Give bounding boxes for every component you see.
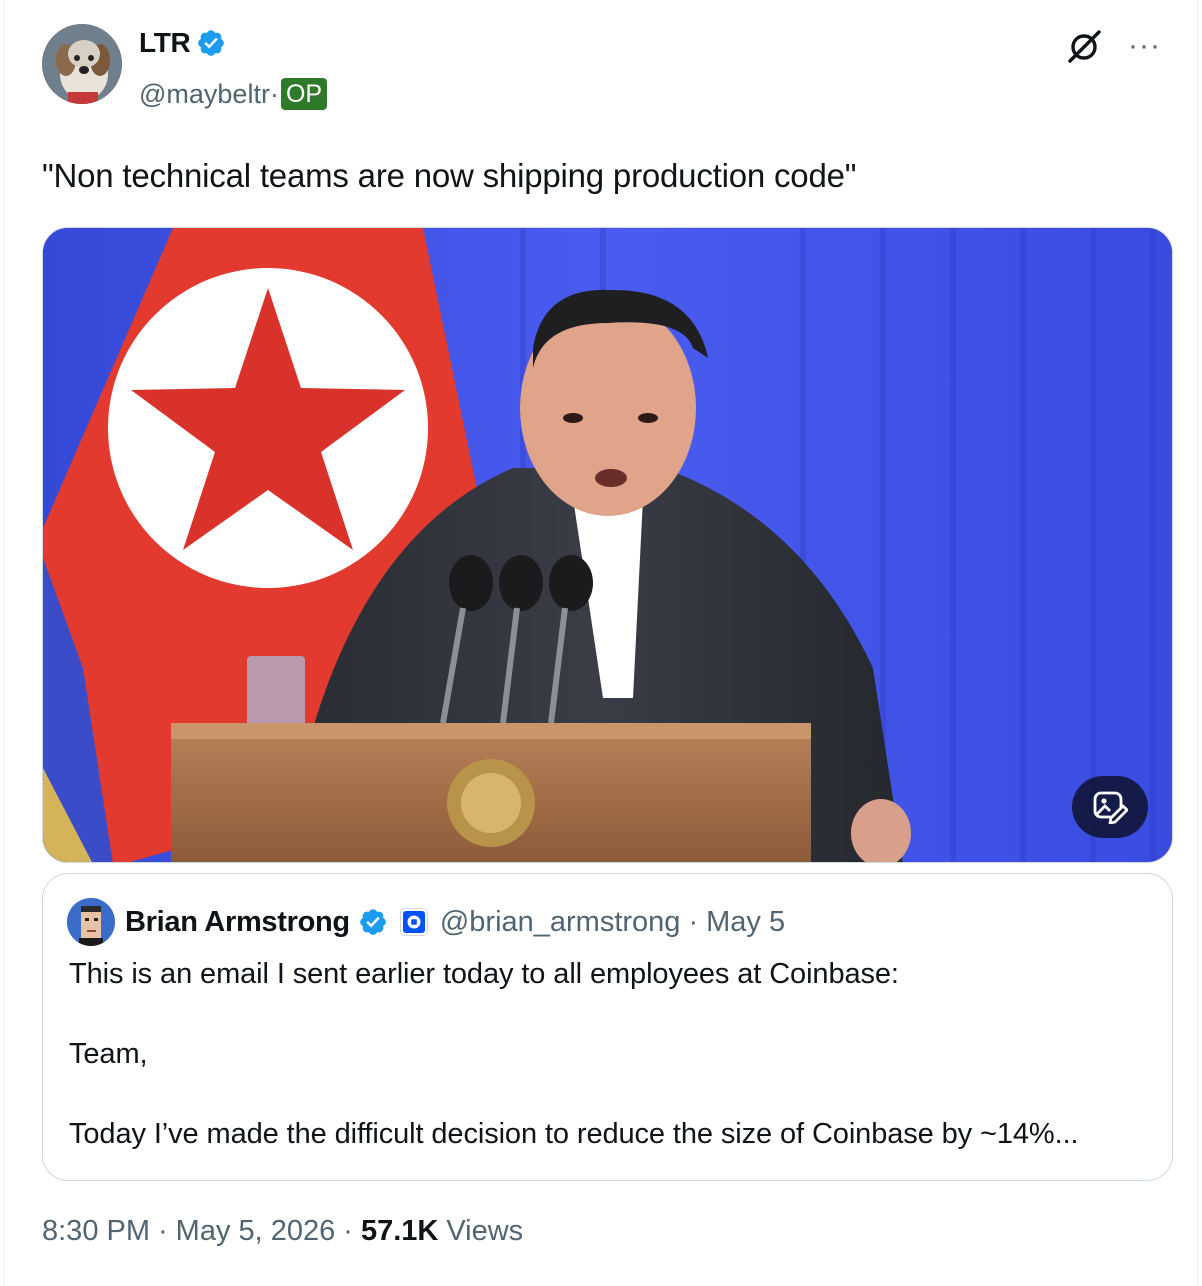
pixel-avatar-icon [67, 898, 115, 946]
author-name-row: LTR [139, 27, 226, 59]
coinbase-affiliate-badge[interactable] [399, 908, 428, 936]
quoted-text-line-2: Team, [69, 1038, 148, 1070]
quoted-tweet[interactable]: Brian Armstrong @brian_armstrong · May 5… [42, 873, 1173, 1181]
quoted-author-handle[interactable]: @brian_armstrong [440, 906, 681, 939]
more-options-button[interactable]: ··· [1128, 31, 1161, 61]
quoted-separator: · [688, 905, 699, 938]
views-count: 57.1K [360, 1215, 439, 1247]
dog-avatar-icon [42, 24, 122, 104]
tweet-meta: 8:30 PM · May 5, 2026 · 57.1K Views [42, 1215, 523, 1248]
tweet-time[interactable]: 8:30 PM [42, 1215, 150, 1248]
author-handle[interactable]: @maybeltr [139, 79, 270, 110]
quoted-author-avatar[interactable] [67, 898, 115, 946]
author-avatar[interactable] [42, 24, 122, 104]
author-name[interactable]: LTR [139, 27, 191, 59]
author-handle-row: @maybeltr · OP [139, 78, 328, 110]
tweet-container: LTR @maybeltr · OP ··· "Non technical te… [4, 0, 1198, 1286]
tweet-date[interactable]: May 5, 2026 [176, 1215, 336, 1248]
tweet-top-actions: ··· [1064, 26, 1161, 66]
speaker-podium-photo [43, 228, 1172, 862]
image-edit-button[interactable] [1072, 776, 1148, 838]
op-badge: OP [280, 78, 328, 110]
handle-separator: · [269, 78, 279, 109]
tweet-text: "Non technical teams are now shipping pr… [42, 157, 857, 194]
quoted-date[interactable]: May 5 [706, 906, 785, 939]
meta-separator: · [343, 1215, 353, 1247]
meta-separator: · [158, 1215, 168, 1247]
grok-icon[interactable] [1064, 26, 1104, 66]
image-edit-icon [1093, 791, 1128, 824]
coinbase-icon [402, 911, 425, 933]
quoted-text-line-3: Today I’ve made the difficult decision t… [69, 1118, 1079, 1150]
quoted-text-line-1: This is an email I sent earlier today to… [69, 958, 899, 990]
verified-badge-icon [198, 30, 225, 56]
quoted-tweet-header: Brian Armstrong @brian_armstrong · May 5 [67, 898, 785, 946]
verified-badge-icon [360, 909, 386, 935]
tweet-media-image[interactable] [42, 227, 1173, 863]
quoted-author-name[interactable]: Brian Armstrong [125, 906, 350, 939]
views-label: Views [446, 1215, 524, 1247]
